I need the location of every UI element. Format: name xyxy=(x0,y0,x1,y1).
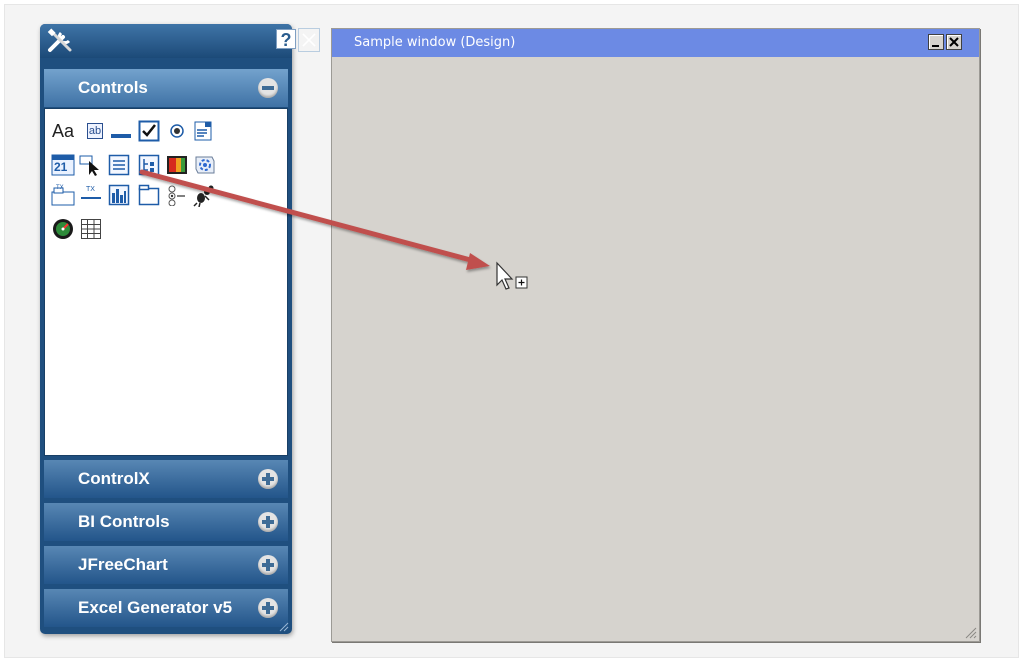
section-bi-controls-label: BI Controls xyxy=(78,512,170,531)
grid-control-icon[interactable] xyxy=(79,217,103,241)
section-jfreechart-label: JFreeChart xyxy=(78,555,168,574)
section-controlx-label: ControlX xyxy=(78,469,150,488)
expand-icon[interactable] xyxy=(258,512,278,532)
resize-grip-icon[interactable] xyxy=(965,627,977,639)
expand-icon[interactable] xyxy=(258,555,278,575)
sample-window: Sample window (Design) xyxy=(331,28,980,642)
label-control-icon[interactable]: Aa xyxy=(51,119,75,143)
window-title: Sample window (Design) xyxy=(354,35,516,50)
section-controls-label: Controls xyxy=(78,78,148,97)
section-controls[interactable]: Controls xyxy=(44,69,288,107)
toolbox-panel: ? Controls Aa ab 21 TX TX ControlX BI Co… xyxy=(40,24,320,634)
line-control-icon[interactable] xyxy=(109,119,133,143)
calendar-control-text: 21 xyxy=(54,160,68,174)
minimize-button[interactable] xyxy=(928,34,944,50)
expand-icon[interactable] xyxy=(258,598,278,618)
option-group-control-icon[interactable] xyxy=(165,183,189,207)
pointer-control-icon[interactable] xyxy=(79,153,103,177)
tools-icon xyxy=(47,28,72,52)
textbox-control-icon[interactable]: ab xyxy=(83,119,107,143)
section-excel-generator-label: Excel Generator v5 xyxy=(78,598,233,617)
section-controlx[interactable]: ControlX xyxy=(44,460,288,498)
scripting-control-icon[interactable] xyxy=(193,153,217,177)
design-surface[interactable] xyxy=(332,57,979,641)
collapse-icon[interactable] xyxy=(258,78,278,98)
minimize-icon xyxy=(932,45,939,47)
window-titlebar[interactable]: Sample window (Design) xyxy=(332,29,979,57)
bar-chart-control-icon[interactable] xyxy=(107,183,131,207)
section-jfreechart[interactable]: JFreeChart xyxy=(44,546,288,584)
textbox-control-text: ab xyxy=(86,123,104,139)
controls-palette: Aa ab 21 TX TX xyxy=(44,108,288,456)
ant-control-icon[interactable] xyxy=(193,183,217,207)
listbox-control-icon[interactable] xyxy=(107,153,131,177)
combobox-control-icon[interactable] xyxy=(191,119,215,143)
radio-control-icon[interactable] xyxy=(165,119,189,143)
image-control-icon[interactable] xyxy=(165,153,189,177)
gauge-control-icon[interactable] xyxy=(51,217,75,241)
section-bi-controls[interactable]: BI Controls xyxy=(44,503,288,541)
expand-icon[interactable] xyxy=(258,469,278,489)
resize-grip-icon[interactable] xyxy=(279,622,289,632)
help-button[interactable]: ? xyxy=(276,29,296,50)
checkbox-control-icon[interactable] xyxy=(137,119,161,143)
toolbox-header: ? xyxy=(40,24,320,58)
label-control-text: Aa xyxy=(51,120,75,141)
text-separator-control-text: TX xyxy=(86,186,95,193)
section-excel-generator[interactable]: Excel Generator v5 xyxy=(44,589,288,627)
close-icon[interactable] xyxy=(298,28,320,52)
calendar-control-icon[interactable]: 21 xyxy=(51,153,75,177)
text-separator-control-icon[interactable]: TX xyxy=(79,183,103,207)
tree-control-icon[interactable] xyxy=(137,153,161,177)
tab-text-control-text: TX xyxy=(56,185,64,191)
tab-text-control-icon[interactable]: TX xyxy=(51,183,75,207)
close-icon xyxy=(949,37,959,47)
window-close-button[interactable] xyxy=(946,34,962,50)
panel-control-icon[interactable] xyxy=(137,183,161,207)
